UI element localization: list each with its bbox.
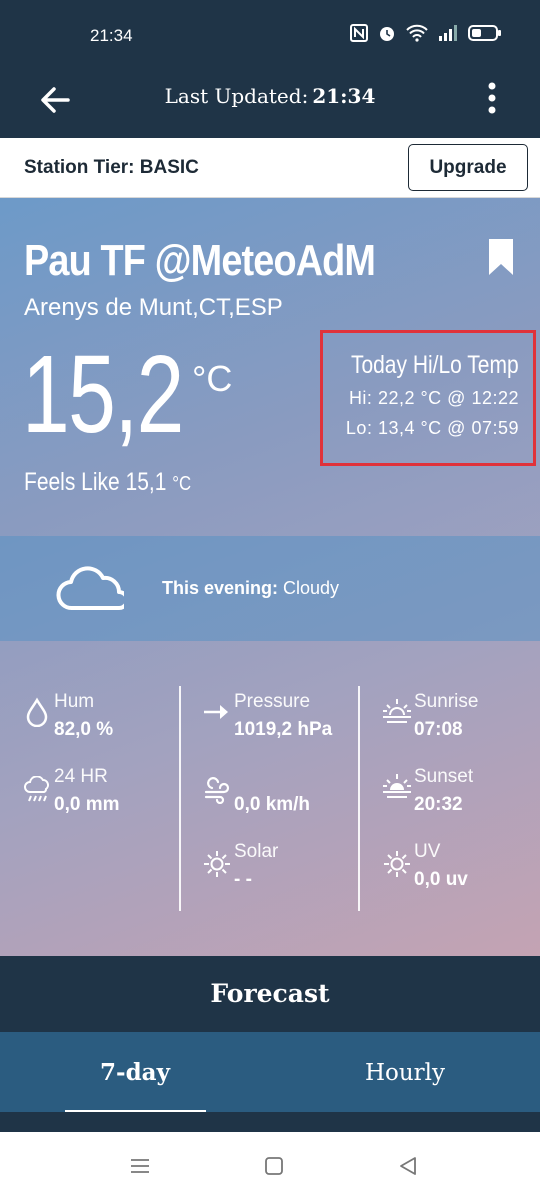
last-updated-label: Last Updated:	[164, 84, 309, 108]
home-button[interactable]	[262, 1154, 286, 1178]
menu-lines-icon	[131, 1159, 149, 1173]
feels-like-label: Feels Like 15,1	[24, 468, 167, 496]
system-nav-bar	[0, 1132, 540, 1199]
last-updated-time: 21:34	[312, 84, 376, 108]
sunset-value: 20:32	[414, 794, 463, 815]
overflow-menu-button[interactable]	[482, 76, 502, 124]
arrow-right-icon	[204, 705, 228, 719]
back-nav-button[interactable]	[396, 1154, 420, 1178]
station-tier-bar: Station Tier: BASIC Upgrade	[0, 138, 540, 198]
today-hilo-box: Today Hi/Lo Temp Hi: 22,2 °C @ 12:22 Lo:…	[320, 330, 536, 466]
sunset-label: Sunset	[414, 766, 474, 787]
app-bar: Last Updated: 21:34	[0, 72, 540, 138]
rain-cloud-icon	[24, 776, 49, 802]
hilo-high: Hi: 22,2 °C @ 12:22	[348, 388, 519, 408]
forecast-period: This evening:	[162, 578, 279, 598]
forecast-condition: Cloudy	[283, 578, 340, 598]
station-name: Pau TF @MeteoAdM	[24, 236, 376, 285]
humidity-value: 82,0 %	[54, 719, 114, 740]
solar-value: - -	[234, 869, 252, 890]
tab-7-day[interactable]: 7-day	[0, 1032, 270, 1114]
sunset-icon	[383, 774, 411, 798]
battery-icon	[468, 25, 501, 41]
wind-icon	[204, 777, 230, 804]
forecast-header: Forecast	[0, 956, 540, 1032]
status-time: 21:34	[90, 26, 133, 45]
triangle-back-icon	[400, 1157, 416, 1175]
cloud-icon	[56, 566, 124, 611]
rain-24hr-label: 24 HR	[54, 766, 108, 787]
sunrise-label: Sunrise	[414, 691, 479, 712]
tabs-content-edge	[0, 1112, 540, 1132]
pressure-value: 1019,2 hPa	[234, 719, 333, 740]
forecast-summary: This evening: Cloudy	[162, 578, 339, 599]
status-icons	[350, 24, 502, 42]
sunrise-value: 07:08	[414, 719, 463, 740]
signal-icon	[439, 25, 457, 41]
kebab-menu-icon	[488, 82, 496, 114]
stats-divider	[358, 686, 360, 911]
feels-like: Feels Like 15,1 °C	[24, 468, 191, 497]
temperature-unit: °C	[192, 358, 233, 399]
hilo-low: Lo: 13,4 °C @ 07:59	[345, 418, 519, 438]
sunrise-icon	[383, 699, 411, 723]
wind-value: 0,0 km/h	[234, 794, 311, 815]
recent-apps-button[interactable]	[128, 1154, 152, 1178]
bookmark-button[interactable]	[488, 238, 514, 276]
forecast-strip: This evening: Cloudy	[0, 536, 540, 641]
uv-icon	[384, 851, 410, 877]
stats-grid: Hum 82,0 % 24 HR 0,0 mm Pressure 1019,2 …	[0, 641, 540, 956]
droplet-icon	[26, 697, 48, 727]
uv-label: UV	[414, 841, 441, 862]
station-location: Arenys de Munt,CT,ESP	[24, 294, 283, 321]
humidity-label: Hum	[54, 691, 95, 712]
last-updated: Last Updated: 21:34	[0, 84, 540, 108]
tab-hourly[interactable]: Hourly	[270, 1032, 540, 1114]
sun-icon	[204, 851, 230, 877]
alarm-icon	[380, 27, 394, 41]
weather-hero: Pau TF @MeteoAdM Arenys de Munt,CT,ESP 1…	[0, 198, 540, 956]
forecast-tabs: 7-day Hourly	[0, 1032, 540, 1132]
pressure-label: Pressure	[234, 691, 311, 712]
solar-label: Solar	[234, 841, 279, 862]
station-tier-label: Station Tier: BASIC	[24, 157, 199, 178]
status-bar: 21:34	[0, 0, 540, 72]
feels-like-unit: °C	[172, 473, 192, 495]
wifi-icon	[406, 24, 428, 42]
hilo-title: Today Hi/Lo Temp	[351, 351, 519, 379]
nfc-icon	[350, 24, 368, 42]
current-temperature: 15,2	[22, 333, 184, 456]
bookmark-icon	[489, 239, 513, 275]
upgrade-button[interactable]: Upgrade	[408, 144, 528, 191]
rain-24hr-value: 0,0 mm	[54, 794, 120, 815]
uv-value: 0,0 uv	[414, 869, 468, 890]
stats-divider	[179, 686, 181, 911]
square-icon	[265, 1157, 283, 1175]
